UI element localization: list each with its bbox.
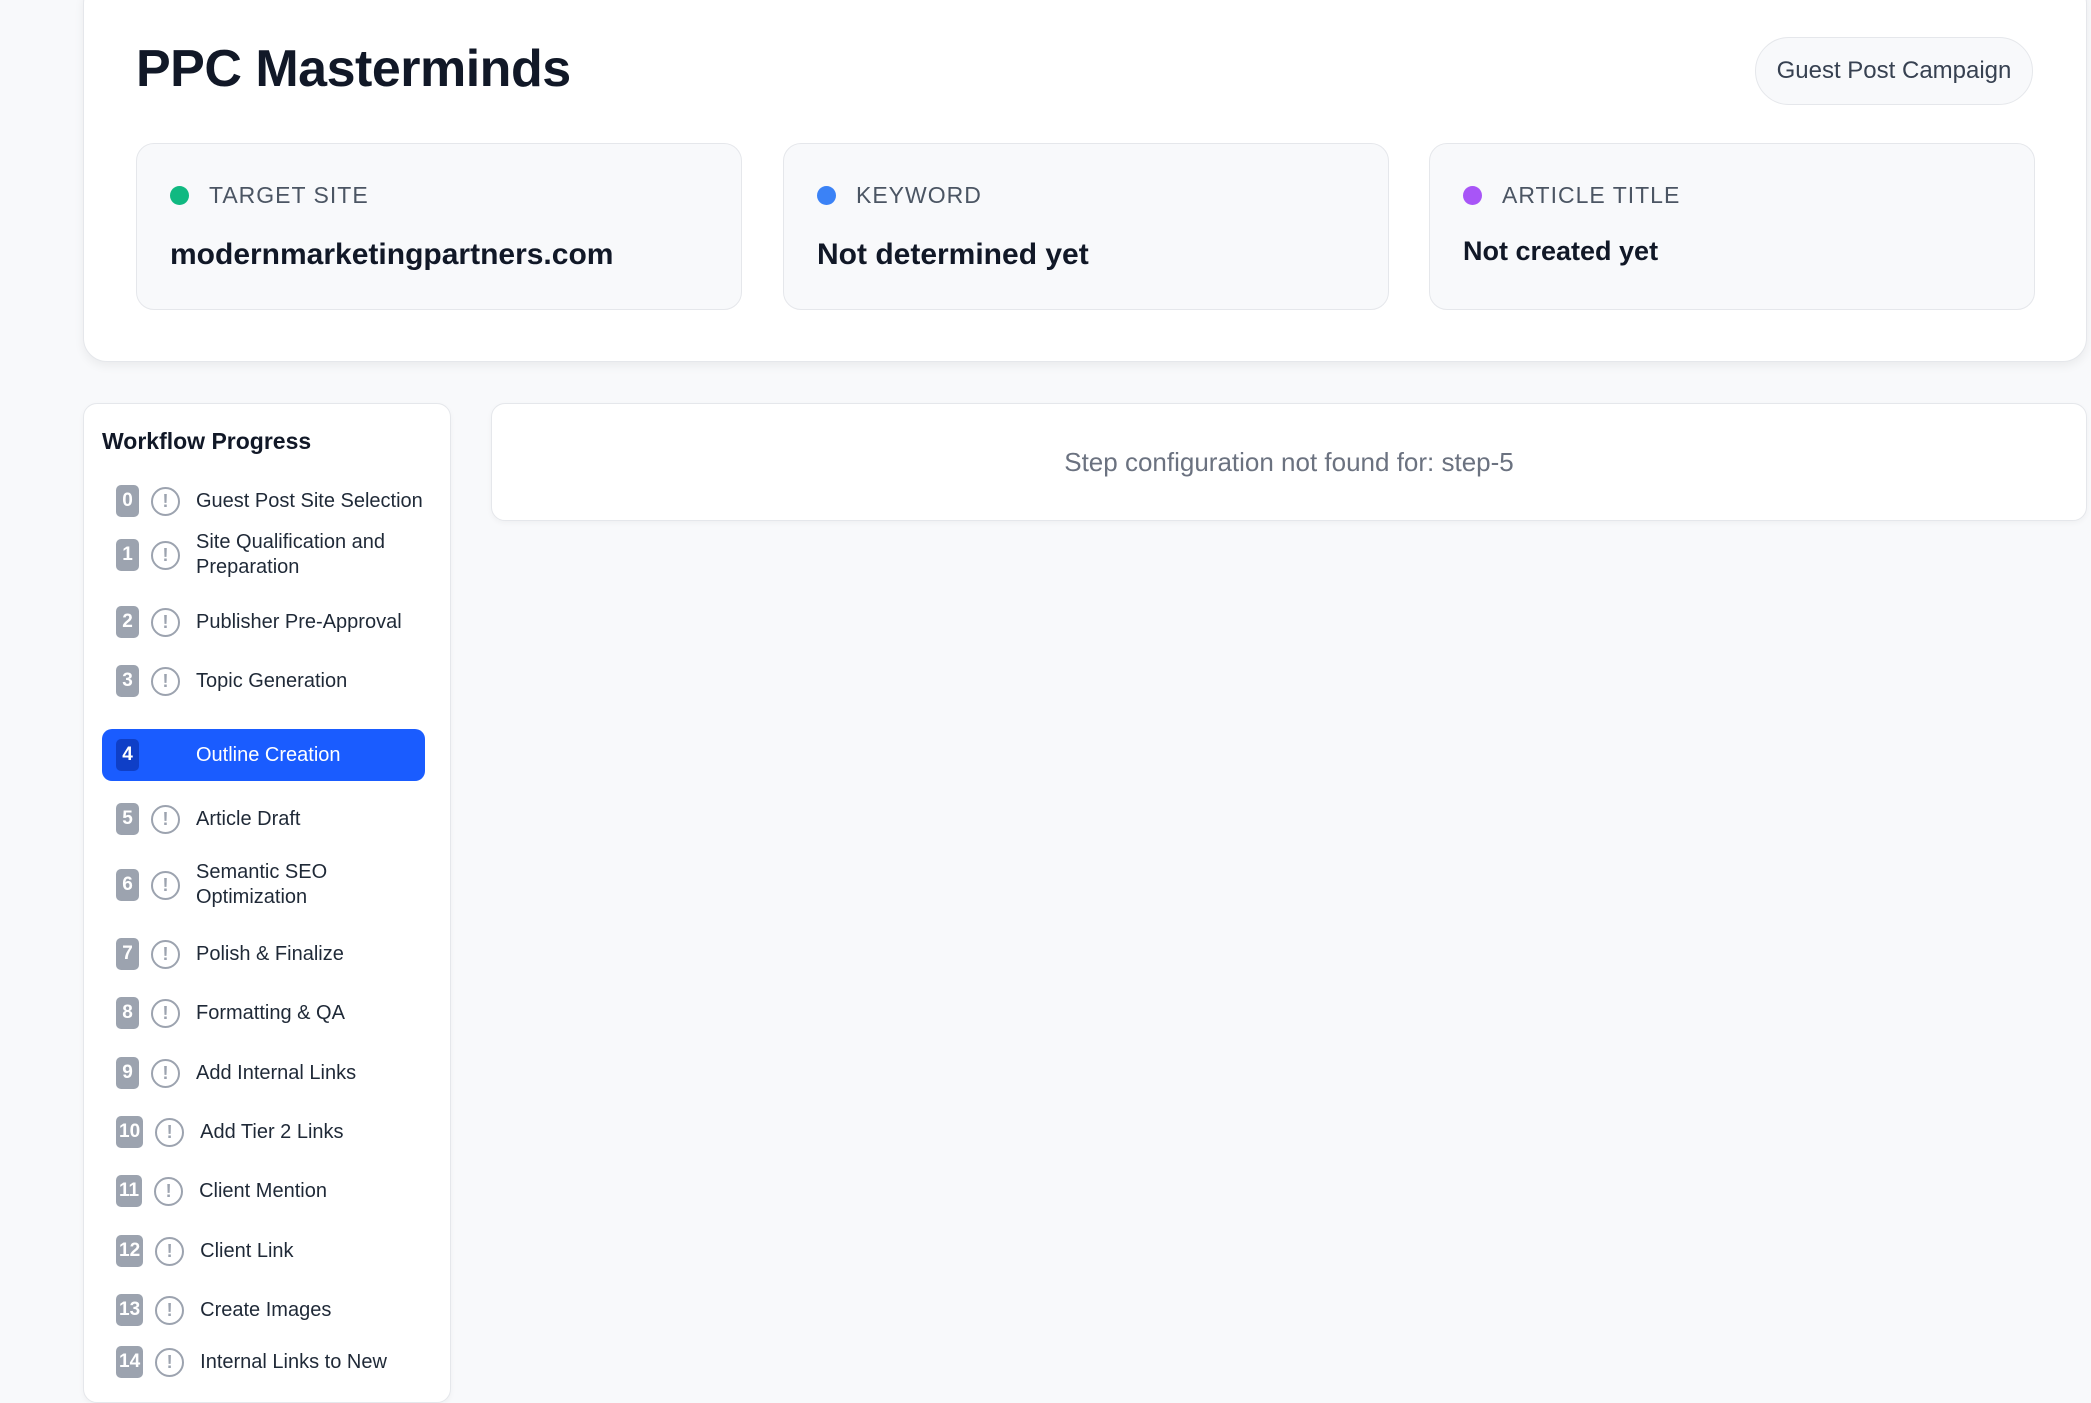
sidebar-step-9[interactable]: 9 ! Add Internal Links xyxy=(102,1055,425,1091)
sidebar-step-8[interactable]: 8 ! Formatting & QA xyxy=(102,995,425,1031)
alert-circle-icon: ! xyxy=(151,804,180,834)
alert-circle-icon: ! xyxy=(151,540,180,570)
step-label: Guest Post Site Selection xyxy=(196,489,423,512)
alert-circle-icon: ! xyxy=(154,1176,184,1206)
campaign-header-card: PPC Masterminds Guest Post Campaign TARG… xyxy=(83,0,2087,362)
step-number-badge: 11 xyxy=(116,1175,143,1207)
step-number-badge: 9 xyxy=(116,1057,139,1089)
step-label: Formatting & QA xyxy=(196,1001,345,1024)
sidebar-step-4-active[interactable]: 4 ! Outline Creation xyxy=(102,729,425,781)
alert-circle-icon: ! xyxy=(151,870,180,900)
sidebar-step-1[interactable]: 1 ! Site Qualification and Preparation xyxy=(102,525,425,585)
status-dot-icon xyxy=(817,186,836,205)
alert-circle-icon: ! xyxy=(151,998,180,1028)
keyword-value: Not determined yet xyxy=(817,238,1089,271)
step-number-badge: 0 xyxy=(116,485,139,517)
target-site-value: modernmarketingpartners.com xyxy=(170,238,614,271)
step-number-badge: 10 xyxy=(116,1116,144,1148)
step-label: Topic Generation xyxy=(196,669,348,692)
step-label: Internal Links to New xyxy=(200,1350,387,1373)
alert-circle-icon: ! xyxy=(155,1117,185,1147)
alert-circle-icon: ! xyxy=(155,1347,185,1377)
step-label: Add Internal Links xyxy=(196,1061,357,1084)
article-title-card: ARTICLE TITLE Not created yet xyxy=(1429,143,2035,310)
alert-circle-icon: ! xyxy=(151,486,180,516)
step-label: Polish & Finalize xyxy=(196,942,344,965)
step-label: Article Draft xyxy=(196,807,301,830)
sidebar-step-2[interactable]: 2 ! Publisher Pre-Approval xyxy=(102,604,425,640)
alert-circle-icon: ! xyxy=(155,1295,185,1325)
article-title-label: ARTICLE TITLE xyxy=(1502,182,1681,208)
sidebar-step-0[interactable]: 0 ! Guest Post Site Selection xyxy=(102,483,425,519)
step-number-badge: 6 xyxy=(116,869,139,901)
step-label: Create Images xyxy=(200,1298,332,1321)
sidebar-step-13[interactable]: 13 ! Create Images xyxy=(102,1292,425,1328)
sidebar-step-11[interactable]: 11 ! Client Mention xyxy=(102,1173,425,1209)
step-number-badge: 5 xyxy=(116,803,139,835)
step-label: Semantic SEO Optimization xyxy=(196,861,328,908)
step-number-badge: 13 xyxy=(116,1294,144,1326)
sidebar-step-7[interactable]: 7 ! Polish & Finalize xyxy=(102,936,425,972)
workflow-sidebar: Workflow Progress 0 ! Guest Post Site Se… xyxy=(83,403,451,1403)
status-dot-icon xyxy=(170,186,189,205)
step-number-badge: 2 xyxy=(116,606,139,638)
step-number-badge: 8 xyxy=(116,997,139,1029)
sidebar-step-12[interactable]: 12 ! Client Link xyxy=(102,1233,425,1269)
step-number-badge: 3 xyxy=(116,665,139,697)
article-title-value: Not created yet xyxy=(1463,236,1659,266)
step-label: Publisher Pre-Approval xyxy=(196,610,402,633)
sidebar-title: Workflow Progress xyxy=(102,428,312,454)
page-title: PPC Masterminds xyxy=(136,40,571,98)
status-dot-icon xyxy=(1463,186,1482,205)
sidebar-step-6[interactable]: 6 ! Semantic SEO Optimization xyxy=(102,855,425,915)
alert-circle-icon: ! xyxy=(151,607,180,637)
sidebar-step-10[interactable]: 10 ! Add Tier 2 Links xyxy=(102,1114,425,1150)
alert-circle-icon: ! xyxy=(151,666,180,696)
step-label: Client Mention xyxy=(199,1179,327,1202)
alert-circle-icon: ! xyxy=(155,1236,185,1266)
keyword-card: KEYWORD Not determined yet xyxy=(783,143,1389,310)
alert-circle-icon: ! xyxy=(151,939,180,969)
error-message: Step configuration not found for: step-5 xyxy=(1064,446,1514,477)
alert-circle-icon: ! xyxy=(151,741,180,770)
step-number-badge: 1 xyxy=(116,539,139,571)
step-number-badge: 4 xyxy=(116,739,139,771)
step-label: Outline Creation xyxy=(196,743,341,766)
step-label: Add Tier 2 Links xyxy=(200,1120,344,1143)
target-site-card: TARGET SITE modernmarketingpartners.com xyxy=(136,143,742,310)
step-number-badge: 7 xyxy=(116,938,139,970)
step-number-badge: 14 xyxy=(116,1346,144,1378)
keyword-label: KEYWORD xyxy=(856,182,982,208)
sidebar-step-5[interactable]: 5 ! Article Draft xyxy=(102,801,425,837)
alert-circle-icon: ! xyxy=(151,1058,180,1088)
step-label: Client Link xyxy=(200,1239,294,1262)
step-number-badge: 12 xyxy=(116,1235,144,1267)
target-site-label: TARGET SITE xyxy=(209,182,369,208)
step-content-panel: Step configuration not found for: step-5 xyxy=(491,403,2087,521)
sidebar-step-14[interactable]: 14 ! Internal Links to New xyxy=(102,1344,425,1380)
campaign-type-badge[interactable]: Guest Post Campaign xyxy=(1755,37,2033,105)
sidebar-step-3[interactable]: 3 ! Topic Generation xyxy=(102,663,425,699)
step-label: Site Qualification and Preparation xyxy=(196,531,386,578)
